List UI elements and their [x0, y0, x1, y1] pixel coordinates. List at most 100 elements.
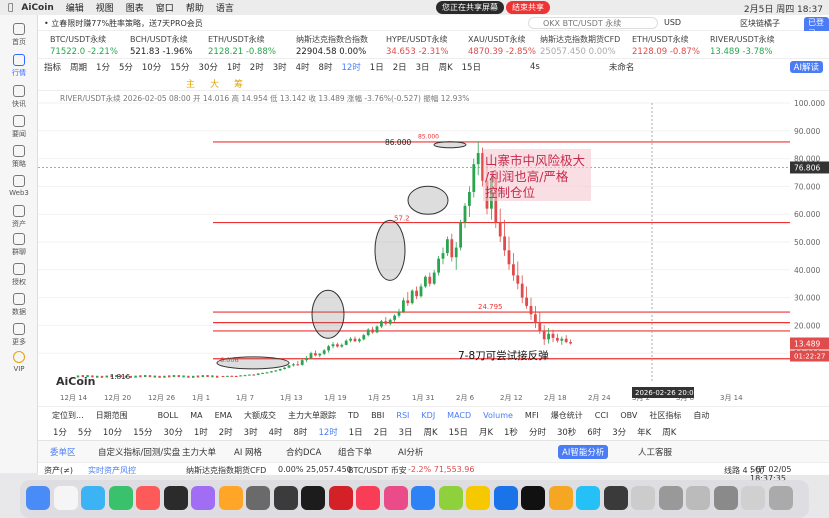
sidebar-item-10[interactable]: 更多	[0, 323, 38, 347]
period-item[interactable]: 30秒	[557, 426, 576, 438]
toolbar-item[interactable]: 30分	[199, 61, 218, 73]
ticker-item[interactable]: BCH/USDT永续 521.83 -1.96%	[130, 34, 193, 57]
sidebar-item-8[interactable]: 授权	[0, 263, 38, 287]
dock-app-icon[interactable]	[576, 486, 600, 510]
indicator-tab[interactable]: TD	[348, 411, 359, 420]
indicator-tab[interactable]: 定位到...	[52, 410, 84, 421]
dock-app-icon[interactable]	[548, 486, 573, 510]
indicator-tab[interactable]: MACD	[447, 411, 471, 420]
period-item[interactable]: 2时	[219, 426, 233, 438]
sidebar-item-1[interactable]: 行情	[0, 54, 38, 78]
dock-app-icon[interactable]	[81, 486, 105, 510]
indicator-tab[interactable]: KDJ	[421, 411, 435, 420]
dock-app-icon[interactable]	[273, 486, 298, 510]
dock-app-icon[interactable]	[438, 486, 463, 510]
dock-app-icon[interactable]	[713, 486, 738, 510]
menu-view[interactable]: 视图	[96, 1, 114, 14]
dock-app-icon[interactable]	[521, 486, 545, 510]
toolbar-item[interactable]: 2时	[250, 61, 264, 73]
ticker-item[interactable]: XAU/USDT永续 4870.39 -2.85%	[468, 34, 536, 57]
toolbar-item[interactable]: 15分	[170, 61, 189, 73]
period-item[interactable]: 12时	[318, 426, 337, 438]
toolbar-item[interactable]: 3时	[273, 61, 287, 73]
ticker-item[interactable]: 纳斯达克指数合指数 22904.58 0.00%	[296, 34, 368, 57]
menu-chart[interactable]: 图表	[126, 1, 144, 14]
indicator-tab[interactable]: MA	[190, 411, 202, 420]
asset-label[interactable]: 资产(≠)	[44, 465, 73, 476]
indicator-tab[interactable]: 社区指标	[649, 410, 681, 421]
dock-app-icon[interactable]	[741, 486, 765, 510]
period-item[interactable]: 周K	[424, 426, 438, 438]
period-item[interactable]: 8时	[294, 426, 308, 438]
menu-window[interactable]: 窗口	[156, 1, 174, 14]
toolbar-item[interactable]: 指标	[44, 61, 61, 73]
currency-select[interactable]: USD	[664, 18, 681, 27]
dock-app-icon[interactable]	[218, 486, 243, 510]
indicator-tab[interactable]: Volume	[483, 411, 513, 420]
indicator-tab[interactable]: CCI	[595, 411, 609, 420]
app-menu[interactable]: AiCoin	[21, 3, 53, 13]
ai-interpret-button[interactable]: AI解读	[789, 61, 823, 73]
sidebar-item-11[interactable]: VIP	[0, 351, 38, 373]
indicator-tab[interactable]: RSI	[396, 411, 409, 420]
period-item[interactable]: 6时	[587, 426, 601, 438]
indicator-tab[interactable]: OBV	[620, 411, 637, 420]
stop-share-button[interactable]: 结束共享	[506, 1, 550, 14]
period-item[interactable]: 2日	[374, 426, 388, 438]
indicator-tab[interactable]: EMA	[215, 411, 232, 420]
ticker-item[interactable]: BTC/USDT永续 71522.0 -2.21%	[50, 34, 118, 57]
ticker-item[interactable]: ETH/USDT永续 2128.09 -0.87%	[632, 34, 700, 57]
chart-area[interactable]: RIVER/USDT永续 2026-02-05 08:00 开 14.016 高…	[38, 91, 829, 406]
dock-app-icon[interactable]	[658, 486, 683, 510]
indicator-tab[interactable]: 日期范围	[96, 410, 128, 421]
period-item[interactable]: 10分	[103, 426, 122, 438]
bottom-tab[interactable]: 合约DCA	[286, 446, 321, 458]
indicator-tab[interactable]: 大额成交	[244, 410, 276, 421]
indicator-tab[interactable]: 自动	[693, 410, 709, 421]
dock-app-icon[interactable]	[163, 486, 188, 510]
toolbar-item[interactable]: 12时	[341, 61, 360, 73]
period-item[interactable]: 4时	[269, 426, 283, 438]
big-order-toggle[interactable]: 大	[210, 77, 219, 90]
indicator-tab[interactable]: 爆仓统计	[551, 410, 583, 421]
toolbar-item[interactable]: 周期	[70, 61, 87, 73]
period-item[interactable]: 15日	[449, 426, 468, 438]
risk-control-link[interactable]: 实时资产风控	[88, 465, 136, 476]
toolbar-item[interactable]: 3日	[416, 61, 430, 73]
bottom-tab[interactable]: 主力大单	[182, 446, 216, 458]
period-item[interactable]: 1时	[194, 426, 208, 438]
ticker-item[interactable]: HYPE/USDT永续 34.653 -2.31%	[386, 34, 449, 57]
toolbar-item[interactable]: 1分	[96, 61, 110, 73]
indicator-tab[interactable]: 主力大单跟踪	[288, 410, 336, 421]
sidebar-item-9[interactable]: 数据	[0, 293, 38, 317]
sidebar-item-7[interactable]: 群聊	[0, 233, 38, 257]
dock-app-icon[interactable]	[411, 486, 435, 510]
toolbar-item[interactable]: 10分	[142, 61, 161, 73]
period-item[interactable]: 周K	[662, 426, 676, 438]
dock-app-icon[interactable]	[383, 486, 408, 510]
menu-edit[interactable]: 编辑	[66, 1, 84, 14]
toolbar-item[interactable]: 5分	[119, 61, 133, 73]
menu-help[interactable]: 帮助	[186, 1, 204, 14]
price-chart[interactable]: 10.00020.00030.00040.00050.00060.00070.0…	[38, 91, 829, 406]
toolbar-item[interactable]: 8时	[319, 61, 333, 73]
main-indicator-toggle[interactable]: 主	[186, 77, 195, 90]
promo-banner[interactable]: • 立春限时赚77%胜率策略，送7天PRO会员	[44, 18, 203, 29]
bottom-tab[interactable]: AI分析	[398, 446, 423, 458]
dock-app-icon[interactable]	[356, 486, 380, 510]
dock-app-icon[interactable]	[466, 486, 490, 510]
dock-app-icon[interactable]	[493, 486, 518, 510]
period-item[interactable]: 年K	[637, 426, 651, 438]
sidebar-item-5[interactable]: Web3	[0, 175, 38, 197]
dock-app-icon[interactable]	[108, 486, 133, 510]
apple-icon[interactable]: 	[8, 3, 13, 13]
toolbar-item[interactable]: 2日	[393, 61, 407, 73]
dock-app-icon[interactable]	[603, 486, 628, 510]
ticker-item[interactable]: 纳斯达克指数期货CFD 25057.450 0.00%	[540, 34, 620, 57]
sidebar-item-2[interactable]: 快讯	[0, 85, 38, 109]
indicator-tab[interactable]: BBI	[371, 411, 384, 420]
sidebar-item-0[interactable]: 首页	[0, 23, 38, 47]
customer-service-button[interactable]: 人工客服	[638, 446, 672, 458]
period-item[interactable]: 3分	[612, 426, 626, 438]
user-name[interactable]: 区块链橘子	[740, 18, 780, 29]
